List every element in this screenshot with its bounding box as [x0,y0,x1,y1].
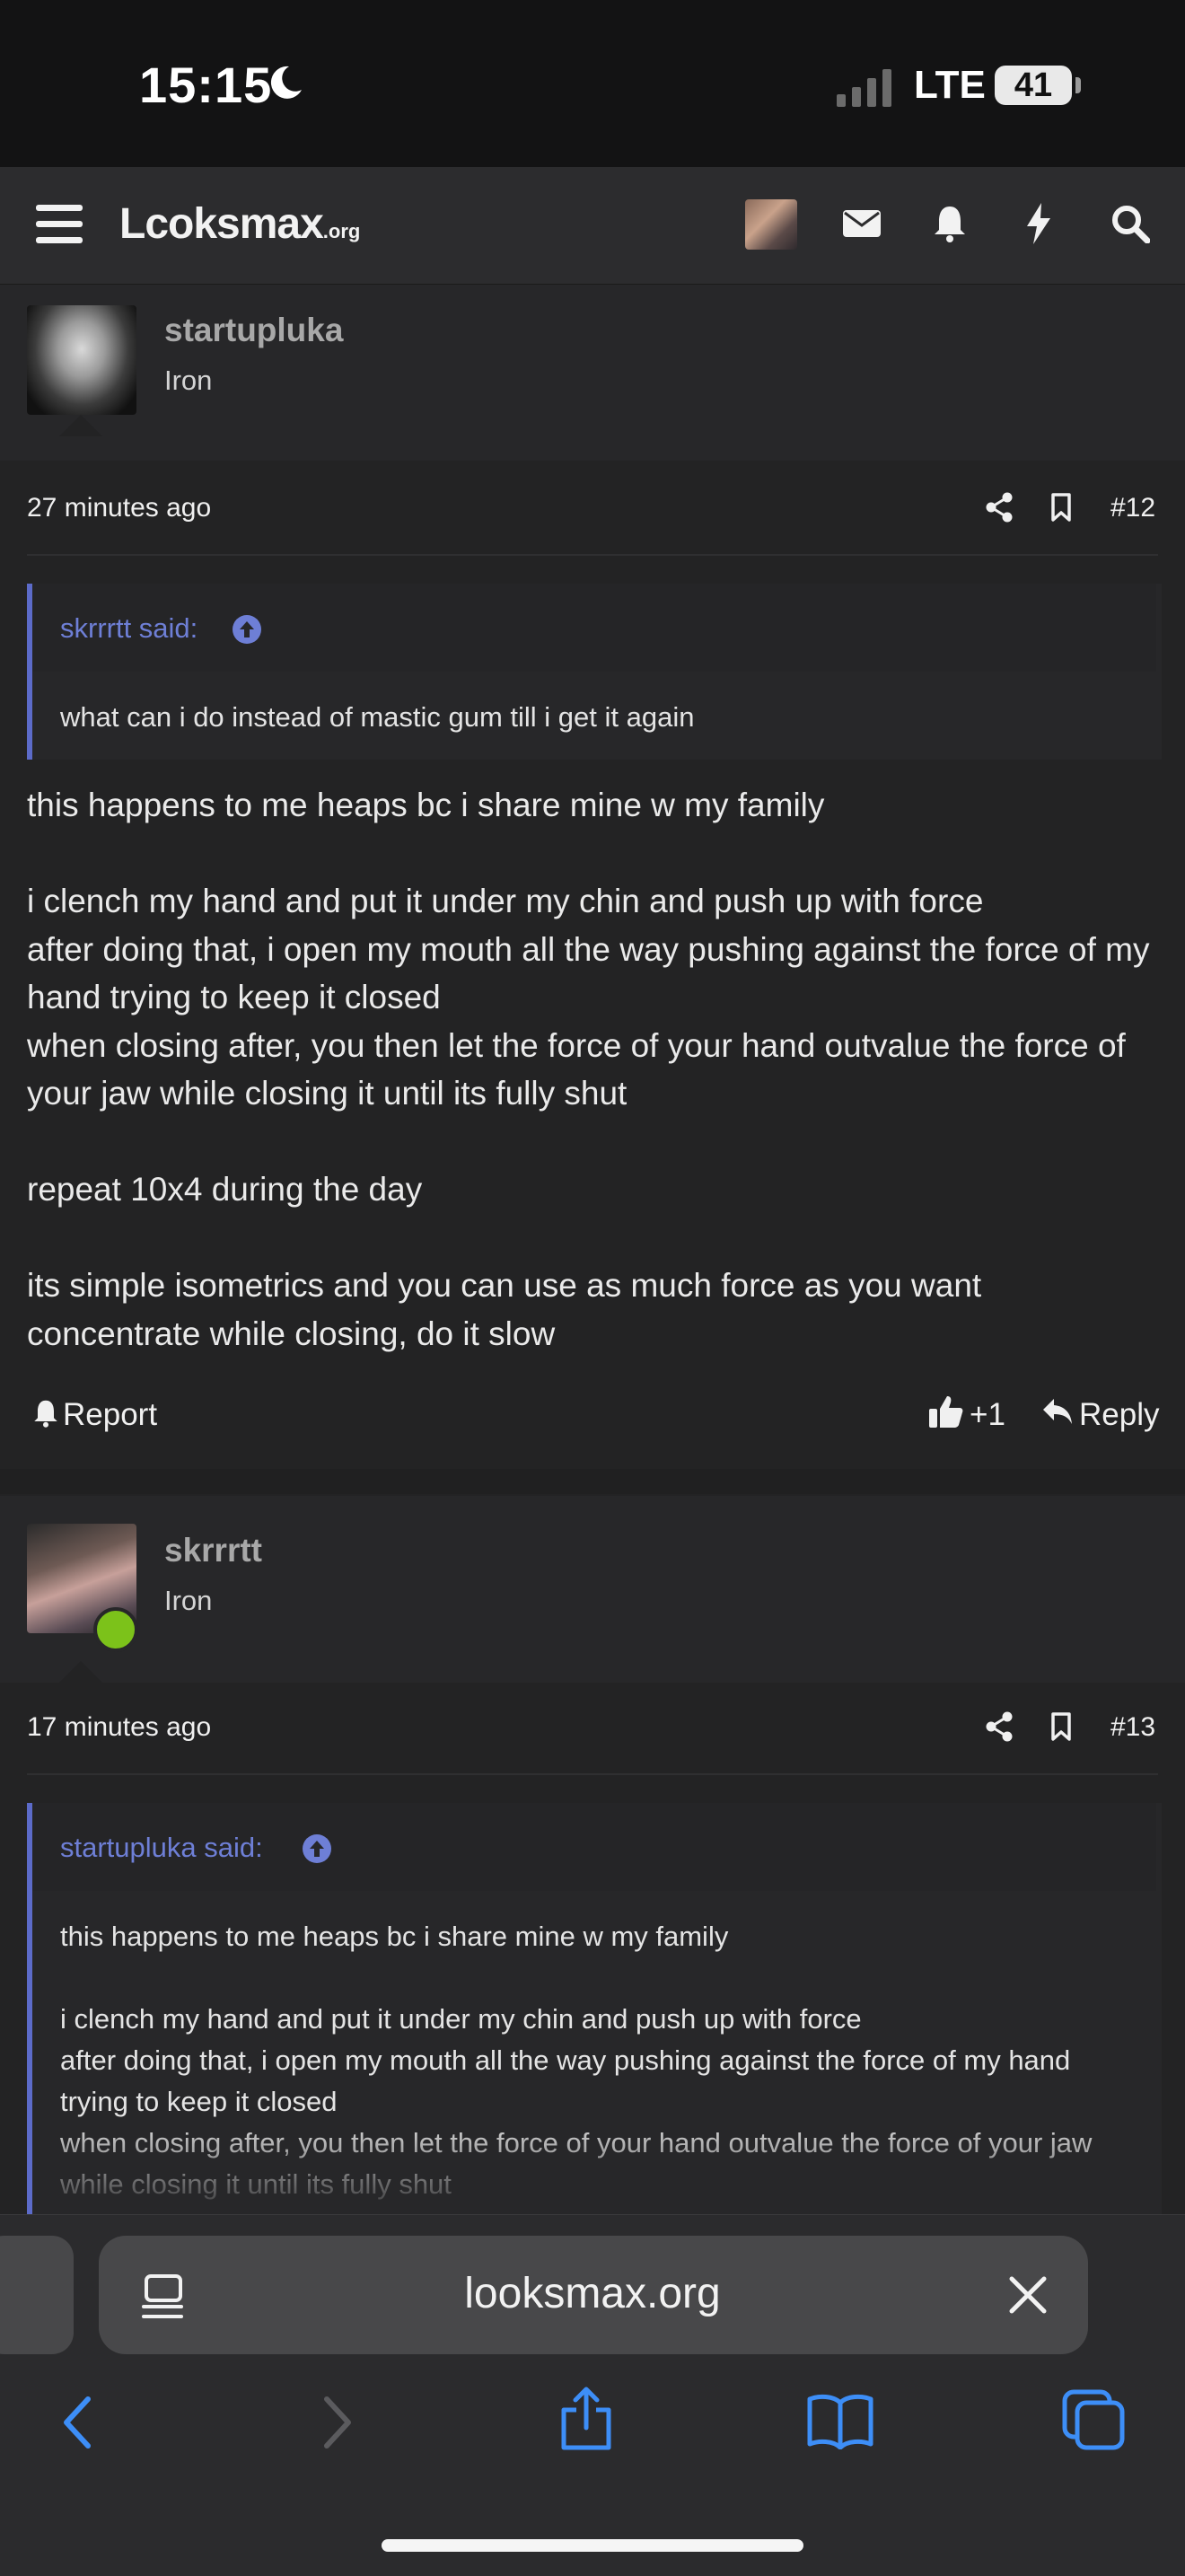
post-body: this happens to me heaps bc i share mine… [27,787,1150,1352]
quote-fade [32,2117,1156,2214]
bell-icon [34,1400,57,1428]
quote-author[interactable]: startupluka said: [60,1832,263,1864]
post-number[interactable]: #13 [1110,1712,1155,1743]
moon-icon [270,66,302,99]
bookmark-icon[interactable] [1050,492,1072,523]
tabs-icon[interactable] [1061,2388,1126,2451]
reply-icon[interactable] [1041,1397,1074,1426]
post-separator [0,1469,1185,1494]
user-rank: Iron [164,1585,213,1616]
quote-author[interactable]: skrrrtt said: [60,612,198,645]
arrow-up-circle-icon[interactable] [302,1833,332,1864]
post-number[interactable]: #12 [1110,493,1155,523]
bell-icon[interactable] [932,205,968,242]
bookmark-icon[interactable] [1050,1711,1072,1742]
reaction-count[interactable]: +1 [970,1397,1005,1433]
signal-icon [837,69,891,107]
user-rank: Iron [164,365,213,396]
share-sheet-icon[interactable] [558,2387,614,2451]
quote-block: startupluka said: this happens to me hea… [27,1803,1162,2214]
home-indicator[interactable] [382,2539,803,2552]
username[interactable]: startupluka [164,312,343,349]
username[interactable]: skrrrtt [164,1532,262,1569]
reply-button[interactable]: Reply [1079,1397,1159,1433]
divider [27,554,1158,556]
arrow-up-circle-icon[interactable] [232,614,262,645]
url-text[interactable]: looksmax.org [359,2269,826,2318]
menu-icon[interactable] [36,203,83,244]
bookmarks-icon[interactable] [806,2392,874,2449]
quote-block: skrrrtt said: what can i do instead of m… [27,584,1162,760]
network-type: LTE [914,63,986,107]
share-icon[interactable] [985,1711,1014,1742]
post-time[interactable]: 17 minutes ago [27,1712,211,1743]
report-button[interactable]: Report [63,1397,157,1433]
battery-level: 41 [995,66,1072,105]
quote-text: what can i do instead of mastic gum till… [60,701,695,733]
logo-suffix: .org [322,220,361,242]
online-indicator [93,1607,138,1652]
status-time: 15:15 [139,57,273,113]
thumbs-up-icon[interactable] [928,1394,964,1429]
lightning-icon[interactable] [1025,203,1052,244]
user-arrow [59,1661,102,1683]
divider [27,1773,1158,1775]
share-icon[interactable] [985,492,1014,523]
search-icon[interactable] [1110,204,1150,243]
mail-icon[interactable] [843,208,881,239]
user-avatar[interactable] [745,199,797,250]
logo-text: Lcoksmax [119,200,324,248]
previous-tab[interactable] [0,2236,74,2354]
post-time[interactable]: 27 minutes ago [27,493,211,523]
back-icon[interactable] [61,2396,93,2449]
avatar[interactable] [27,305,136,415]
site-logo[interactable]: Lcoksmax.org [119,199,360,249]
quote-header [32,584,1156,672]
forward-icon[interactable] [321,2396,354,2449]
reader-icon[interactable] [142,2273,187,2320]
battery-tip [1075,77,1081,93]
close-icon[interactable] [1009,2276,1047,2314]
user-arrow [59,415,102,436]
